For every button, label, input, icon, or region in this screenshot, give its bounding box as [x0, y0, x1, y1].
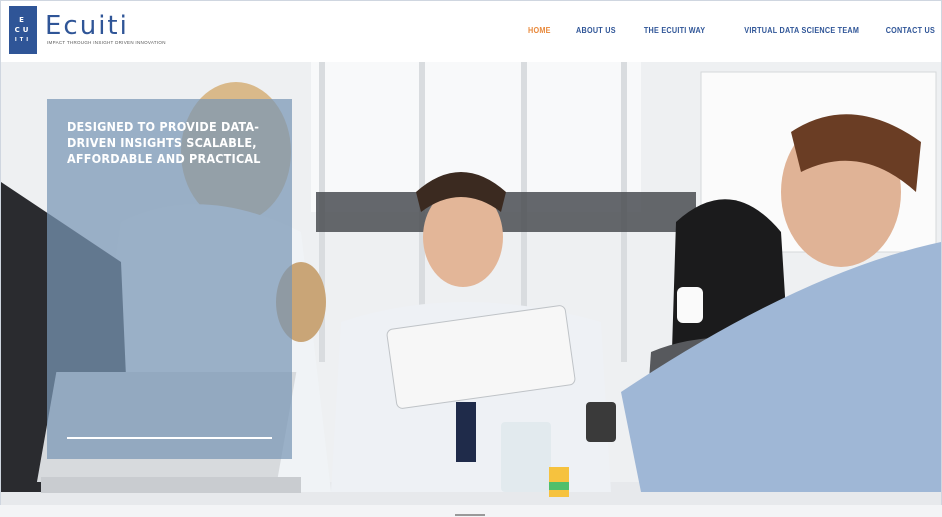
logo-row: CU: [14, 26, 32, 34]
logo-mark[interactable]: E CU ITI: [9, 6, 37, 54]
hero-section: DESIGNED TO PROVIDE DATA-DRIVEN INSIGHTS…: [1, 62, 941, 506]
page-frame: E CU ITI Ecuiti IMPACT THROUGH INSIGHT D…: [0, 0, 942, 517]
hero-divider: [67, 437, 272, 439]
nav-about-us[interactable]: ABOUT US: [576, 25, 616, 35]
slider-handle[interactable]: [455, 514, 485, 516]
brand-tagline: IMPACT THROUGH INSIGHT DRIVEN INNOVATION: [47, 40, 166, 45]
nav-home[interactable]: HOME: [528, 25, 551, 35]
nav-contact-us[interactable]: CONTACT US: [886, 25, 935, 35]
brand-name[interactable]: Ecuiti: [45, 12, 129, 40]
logo-row: E: [19, 16, 27, 24]
logo-row: ITI: [14, 37, 32, 43]
main-nav: HOME ABOUT US THE ECUITI WAY VIRTUAL DAT…: [506, 25, 935, 35]
nav-virtual-data-science-team[interactable]: VIRTUAL DATA SCIENCE TEAM: [744, 25, 859, 35]
nav-the-ecuiti-way[interactable]: THE ECUITI WAY: [644, 25, 706, 35]
hero-overlay-panel: DESIGNED TO PROVIDE DATA-DRIVEN INSIGHTS…: [47, 99, 292, 459]
hero-headline: DESIGNED TO PROVIDE DATA-DRIVEN INSIGHTS…: [67, 119, 261, 166]
site-header: E CU ITI Ecuiti IMPACT THROUGH INSIGHT D…: [1, 1, 941, 61]
